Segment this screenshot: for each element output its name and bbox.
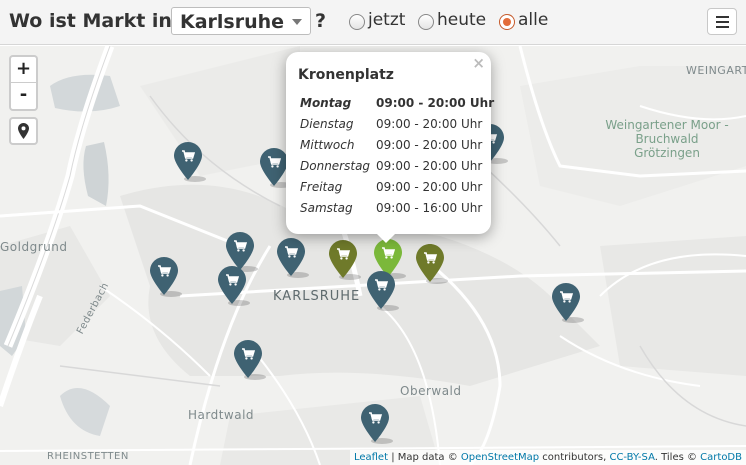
- hours-day: Donnerstag: [300, 159, 371, 173]
- market-marker[interactable]: [367, 271, 399, 311]
- hours-day: Freitag: [300, 180, 343, 194]
- license-link[interactable]: CC-BY-SA: [609, 452, 654, 463]
- place-label-weingarten: WEINGART: [686, 64, 746, 77]
- place-label-goldgrund: Goldgrund: [0, 240, 68, 254]
- place-label-oberwald: Oberwald: [400, 384, 462, 398]
- hours-time: 09:00 - 20:00 Uhr: [376, 138, 483, 152]
- cartodb-link[interactable]: CartoDB: [700, 452, 742, 463]
- hours-day: Montag: [300, 96, 352, 110]
- market-marker[interactable]: [361, 404, 393, 444]
- map[interactable]: KARLSRUHE WEINGART Weingartener Moor - B…: [0, 46, 746, 465]
- hours-day: Mittwoch: [300, 138, 355, 152]
- attribution-text: contributors,: [539, 452, 610, 463]
- market-marker[interactable]: [260, 148, 292, 188]
- popup-tip: [376, 233, 396, 243]
- market-marker[interactable]: [329, 240, 361, 280]
- chevron-down-icon: [292, 19, 302, 25]
- hours-time: 09:00 - 20:00 Uhr: [376, 159, 483, 173]
- map-pin-icon: [18, 123, 29, 139]
- radio-heute[interactable]: [418, 14, 434, 30]
- radio-jetzt[interactable]: [349, 14, 365, 30]
- city-select[interactable]: Karlsruhe: [171, 7, 311, 35]
- market-marker[interactable]: [234, 340, 266, 380]
- zoom-control: + -: [9, 55, 38, 111]
- close-icon[interactable]: ×: [472, 54, 485, 72]
- top-bar: Wo ist Markt in Karlsruhe ? jetzt heute …: [0, 0, 746, 45]
- hours-day: Dienstag: [300, 117, 354, 131]
- question-mark: ?: [315, 10, 327, 32]
- city-select-value: Karlsruhe: [180, 11, 285, 33]
- zoom-out-button[interactable]: -: [11, 83, 36, 109]
- place-label-hardtwald: Hardtwald: [188, 408, 255, 422]
- filter-label-jetzt[interactable]: jetzt: [368, 10, 405, 30]
- leaflet-link[interactable]: Leaflet: [354, 452, 388, 463]
- osm-link[interactable]: OpenStreetMap: [461, 452, 539, 463]
- filter-label-alle[interactable]: alle: [518, 10, 548, 30]
- hours-time: 09:00 - 20:00 Uhr: [376, 96, 495, 110]
- hours-time: 09:00 - 20:00 Uhr: [376, 117, 483, 131]
- attribution-text: . Tiles ©: [654, 452, 701, 463]
- hamburger-menu-icon[interactable]: [707, 8, 737, 35]
- map-attribution: Leaflet | Map data © OpenStreetMap contr…: [349, 450, 746, 465]
- place-label-moor: Weingartener Moor - Bruchwald Grötzingen: [605, 118, 729, 160]
- market-marker[interactable]: [277, 238, 309, 278]
- locate-button[interactable]: [9, 117, 38, 145]
- market-marker[interactable]: [218, 266, 250, 306]
- popup-title: Kronenplatz: [298, 67, 394, 83]
- zoom-in-button[interactable]: +: [11, 57, 36, 83]
- market-marker[interactable]: [150, 257, 182, 297]
- market-marker[interactable]: [416, 244, 448, 284]
- market-marker[interactable]: [174, 142, 206, 182]
- market-popup: × Kronenplatz Montag 09:00 - 20:00 Uhr D…: [286, 52, 495, 243]
- filter-label-heute[interactable]: heute: [437, 10, 486, 30]
- radio-alle[interactable]: [499, 14, 515, 30]
- place-label-city: KARLSRUHE: [273, 289, 361, 304]
- hours-day: Samstag: [300, 201, 353, 215]
- market-marker[interactable]: [552, 283, 584, 323]
- page-title: Wo ist Markt in: [9, 10, 172, 32]
- attribution-text: | Map data ©: [388, 452, 461, 463]
- hours-time: 09:00 - 16:00 Uhr: [376, 201, 483, 215]
- hours-time: 09:00 - 20:00 Uhr: [376, 180, 483, 194]
- place-label-rheinstetten: RHEINSTETTEN: [47, 451, 129, 462]
